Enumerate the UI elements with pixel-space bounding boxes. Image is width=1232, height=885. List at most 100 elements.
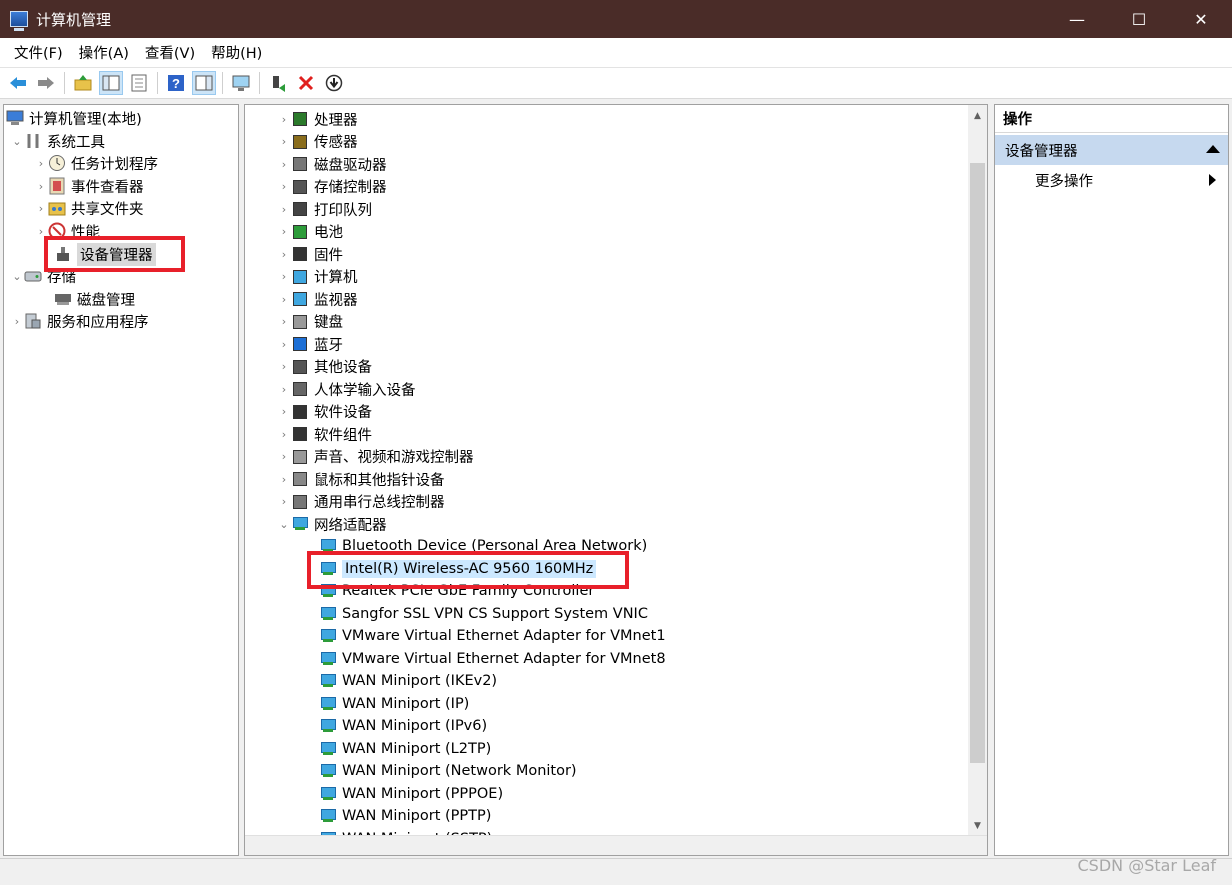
device-category-item[interactable]: › 计算机 — [277, 266, 358, 288]
network-adapter-item[interactable]: VMware Virtual Ethernet Adapter for VMne… — [319, 648, 666, 670]
network-adapter-item[interactable]: WAN Miniport (PPTP) — [319, 805, 491, 827]
device-category-network[interactable]: ⌄ 网络适配器 — [277, 513, 387, 535]
chevron-right-icon[interactable]: › — [277, 158, 291, 171]
network-adapter-item[interactable]: VMware Virtual Ethernet Adapter for VMne… — [319, 625, 666, 647]
device-category-item[interactable]: › 处理器 — [277, 108, 358, 130]
collapse-icon[interactable] — [1206, 145, 1220, 153]
device-category-icon — [291, 425, 309, 443]
device-category-item[interactable]: › 通用串行总线控制器 — [277, 491, 445, 513]
actions-header: 操作 — [995, 105, 1228, 133]
scroll-down-arrow-icon[interactable]: ▼ — [968, 817, 987, 835]
network-adapter-icon — [319, 695, 337, 713]
tree-item-services-apps[interactable]: › 服务和应用程序 — [10, 310, 149, 332]
chevron-right-icon[interactable]: › — [277, 203, 291, 216]
chevron-right-icon[interactable]: › — [34, 202, 48, 215]
chevron-right-icon[interactable]: › — [277, 360, 291, 373]
network-adapter-item[interactable]: WAN Miniport (IKEv2) — [319, 670, 497, 692]
minimize-button[interactable]: — — [1046, 0, 1108, 38]
maximize-button[interactable]: ☐ — [1108, 0, 1170, 38]
device-category-icon — [291, 493, 309, 511]
chevron-right-icon[interactable]: › — [277, 180, 291, 193]
forward-arrow-icon[interactable] — [34, 71, 58, 95]
chevron-right-icon[interactable]: › — [277, 495, 291, 508]
menu-file[interactable]: 文件(F) — [6, 42, 71, 63]
actions-section-device-manager[interactable]: 设备管理器 — [995, 135, 1228, 165]
chevron-down-icon[interactable]: ⌄ — [277, 518, 291, 531]
device-category-label: 蓝牙 — [314, 337, 343, 354]
device-category-item[interactable]: › 软件组件 — [277, 423, 372, 445]
tree-item-system-tools[interactable]: ⌄ 系统工具 — [10, 130, 105, 152]
network-adapter-item[interactable]: WAN Miniport (PPPOE) — [319, 783, 503, 805]
device-category-item[interactable]: › 软件设备 — [277, 401, 372, 423]
network-adapter-item[interactable]: WAN Miniport (L2TP) — [319, 738, 491, 760]
device-category-item[interactable]: › 磁盘驱动器 — [277, 153, 387, 175]
chevron-right-icon[interactable]: › — [277, 428, 291, 441]
chevron-right-icon[interactable]: › — [10, 315, 24, 328]
tree-item-disk-management[interactable]: 磁盘管理 — [54, 288, 135, 310]
help-icon[interactable]: ? — [164, 71, 188, 95]
chevron-right-icon[interactable]: › — [277, 473, 291, 486]
tree-item-task-scheduler[interactable]: › 任务计划程序 — [34, 152, 158, 174]
device-category-label: 其他设备 — [314, 360, 372, 376]
chevron-right-icon[interactable]: › — [277, 293, 291, 306]
close-button[interactable]: ✕ — [1170, 0, 1232, 38]
tree-item-root[interactable]: 计算机管理(本地) — [6, 107, 142, 129]
device-category-item[interactable]: › 电池 — [277, 221, 343, 243]
device-category-item[interactable]: › 打印队列 — [277, 198, 372, 220]
network-adapter-label: WAN Miniport (L2TP) — [342, 740, 492, 757]
scrollbar-thumb[interactable] — [970, 163, 985, 763]
back-arrow-icon[interactable] — [6, 71, 30, 95]
device-category-item[interactable]: › 存储控制器 — [277, 176, 387, 198]
device-category-item[interactable]: › 键盘 — [277, 311, 343, 333]
chevron-right-icon[interactable]: › — [34, 180, 48, 193]
network-adapter-label: WAN Miniport (PPTP) — [342, 808, 492, 824]
device-category-label: 处理器 — [314, 112, 358, 129]
update-driver-icon[interactable] — [322, 71, 346, 95]
chevron-right-icon[interactable]: › — [277, 450, 291, 463]
device-category-label: 软件组件 — [314, 427, 372, 444]
device-category-item[interactable]: › 其他设备 — [277, 356, 372, 378]
chevron-right-icon[interactable]: › — [277, 225, 291, 238]
device-category-item[interactable]: › 传感器 — [277, 131, 358, 153]
chevron-down-icon[interactable]: ⌄ — [10, 135, 24, 148]
up-folder-icon[interactable] — [71, 71, 95, 95]
properties-icon[interactable] — [127, 71, 151, 95]
enable-device-icon[interactable] — [266, 71, 290, 95]
chevron-right-icon[interactable]: › — [277, 248, 291, 261]
menu-view[interactable]: 查看(V) — [137, 42, 203, 63]
show-tree-icon[interactable] — [99, 71, 123, 95]
device-category-item[interactable]: › 鼠标和其他指针设备 — [277, 468, 445, 490]
tree-item-shared-folders[interactable]: › 共享文件夹 — [34, 197, 144, 219]
chevron-right-icon[interactable]: › — [277, 113, 291, 126]
chevron-right-icon[interactable]: › — [277, 383, 291, 396]
device-category-item[interactable]: › 人体学输入设备 — [277, 378, 416, 400]
network-adapter-item[interactable]: WAN Miniport (IP) — [319, 693, 469, 715]
chevron-right-icon[interactable]: › — [277, 405, 291, 418]
chevron-right-icon[interactable]: › — [277, 135, 291, 148]
tree-item-event-viewer[interactable]: › 事件查看器 — [34, 175, 144, 197]
more-actions-item[interactable]: 更多操作 — [995, 167, 1228, 193]
highlight-box — [44, 236, 185, 272]
monitor-scan-icon[interactable] — [229, 71, 253, 95]
show-action-pane-icon[interactable] — [192, 71, 216, 95]
chevron-down-icon[interactable]: ⌄ — [10, 270, 24, 283]
menu-help[interactable]: 帮助(H) — [203, 42, 270, 63]
network-adapter-item[interactable]: WAN Miniport (Network Monitor) — [319, 760, 577, 782]
horizontal-scrollbar[interactable] — [245, 835, 987, 855]
chevron-right-icon[interactable]: › — [277, 315, 291, 328]
device-category-item[interactable]: › 蓝牙 — [277, 333, 343, 355]
chevron-right-icon[interactable]: › — [277, 338, 291, 351]
uninstall-icon[interactable] — [294, 71, 318, 95]
device-category-label: 网络适配器 — [314, 517, 387, 534]
device-category-item[interactable]: › 声音、视频和游戏控制器 — [277, 446, 474, 468]
tree-item-label: 磁盘管理 — [77, 292, 135, 309]
chevron-right-icon[interactable]: › — [34, 157, 48, 170]
network-adapter-item[interactable]: Sangfor SSL VPN CS Support System VNIC — [319, 603, 648, 625]
device-category-item[interactable]: › 监视器 — [277, 288, 358, 310]
scroll-up-arrow-icon[interactable]: ▲ — [968, 107, 987, 125]
network-adapter-item[interactable]: WAN Miniport (IPv6) — [319, 715, 487, 737]
device-category-item[interactable]: › 固件 — [277, 243, 343, 265]
menu-action[interactable]: 操作(A) — [71, 42, 137, 63]
chevron-right-icon[interactable]: › — [277, 270, 291, 283]
vertical-scrollbar[interactable]: ▲ ▼ — [968, 105, 987, 837]
